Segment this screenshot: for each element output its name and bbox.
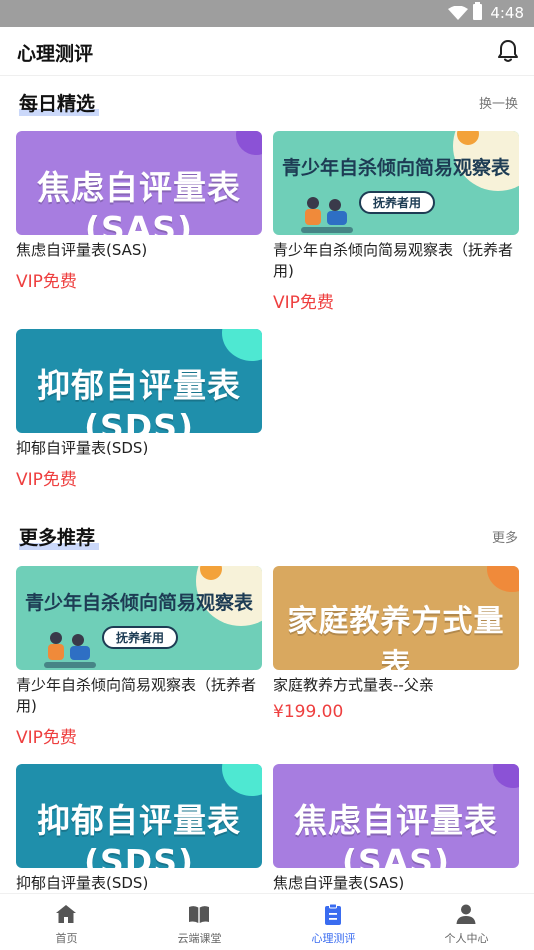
card-cover-image: 焦虑自评量表(SAS) — [273, 764, 519, 868]
refresh-link[interactable]: 换一换 — [479, 93, 518, 112]
tab-label: 心理测评 — [311, 932, 356, 945]
card-cover-image: 青少年自杀倾向简易观察表 抚养者用 — [273, 131, 519, 235]
cover-title: 抑郁自评量表(SDS) — [37, 801, 241, 868]
tab-home[interactable]: 首页 — [0, 894, 133, 950]
cover-tag: 抚养者用 — [359, 191, 436, 214]
daily-card-sds[interactable]: 抑郁自评量表(SDS) 抑郁自评量表(SDS) VIP免费 — [16, 329, 262, 490]
bottom-tab-bar: 首页 云端课堂 心理测评 个人中心 — [0, 893, 534, 950]
bell-icon[interactable] — [497, 39, 519, 63]
card-title: 青少年自杀倾向简易观察表（抚养者用) — [273, 241, 514, 280]
book-icon — [189, 906, 209, 923]
tab-label: 云端课堂 — [177, 932, 222, 945]
card-price: VIP免费 — [16, 728, 77, 748]
daily-card-teen[interactable]: 青少年自杀倾向简易观察表 抚养者用 青少年自杀倾向简易观察表（抚养者用) VIP… — [273, 131, 519, 313]
card-title: 焦虑自评量表(SAS) — [273, 874, 405, 892]
card-title: 青少年自杀倾向简易观察表（抚养者用) — [16, 676, 257, 715]
cover-title: 焦虑自评量表(SAS) — [37, 168, 241, 235]
card-title: 焦虑自评量表(SAS) — [16, 241, 148, 259]
illustration-figures — [301, 197, 353, 233]
more-card-family[interactable]: 家庭教养方式量表 家庭教养方式量表--父亲 ¥199.00 — [273, 566, 519, 722]
more-card-sds[interactable]: 抑郁自评量表(SDS) 抑郁自评量表(SDS) — [16, 764, 262, 894]
card-title: 抑郁自评量表(SDS) — [16, 439, 149, 457]
tab-label: 首页 — [55, 932, 78, 945]
daily-card-sas[interactable]: 焦虑自评量表(SAS) 焦虑自评量表(SAS) VIP免费 — [16, 131, 262, 292]
person-icon — [456, 904, 476, 924]
card-cover-image: 抑郁自评量表(SDS) — [16, 329, 262, 433]
status-bar: 4:48 — [0, 0, 534, 27]
card-cover-image: 焦虑自评量表(SAS) — [16, 131, 262, 235]
battery-icon — [473, 2, 482, 20]
page-title: 心理测评 — [17, 43, 94, 65]
tab-label: 个人中心 — [444, 932, 489, 945]
card-price: VIP免费 — [16, 470, 77, 490]
cover-title: 青少年自杀倾向简易观察表 — [24, 592, 253, 614]
cover-tag: 抚养者用 — [102, 626, 179, 649]
more-card-teen[interactable]: 青少年自杀倾向简易观察表 抚养者用 青少年自杀倾向简易观察表（抚养者用) VIP… — [16, 566, 262, 748]
card-price: ¥199.00 — [273, 702, 344, 722]
wifi-icon — [448, 6, 468, 20]
tab-assessment[interactable]: 心理测评 — [267, 894, 400, 950]
cover-title: 家庭教养方式量表 — [287, 604, 505, 670]
card-cover-image: 抑郁自评量表(SDS) — [16, 764, 262, 868]
more-link[interactable]: 更多 — [492, 527, 518, 546]
more-section-title: 更多推荐 — [19, 523, 100, 550]
status-time: 4:48 — [490, 4, 524, 22]
more-card-sas[interactable]: 焦虑自评量表(SAS) 焦虑自评量表(SAS) — [273, 764, 519, 894]
daily-section-title: 每日精选 — [19, 89, 100, 116]
cover-title: 抑郁自评量表(SDS) — [37, 366, 241, 433]
cover-title: 青少年自杀倾向简易观察表 — [281, 157, 510, 179]
app-bar: 心理测评 — [0, 27, 534, 76]
clipboard-icon — [325, 903, 341, 925]
card-title: 家庭教养方式量表--父亲 — [273, 676, 434, 694]
card-price: VIP免费 — [16, 272, 77, 292]
home-icon — [56, 905, 76, 923]
card-title: 抑郁自评量表(SDS) — [16, 874, 149, 892]
card-cover-image: 青少年自杀倾向简易观察表 抚养者用 — [16, 566, 262, 670]
tab-cloud-class[interactable]: 云端课堂 — [133, 894, 266, 950]
card-cover-image: 家庭教养方式量表 — [273, 566, 519, 670]
cover-title: 焦虑自评量表(SAS) — [294, 801, 498, 868]
illustration-figures — [44, 632, 96, 668]
card-price: VIP免费 — [273, 293, 334, 313]
tab-profile[interactable]: 个人中心 — [400, 894, 533, 950]
